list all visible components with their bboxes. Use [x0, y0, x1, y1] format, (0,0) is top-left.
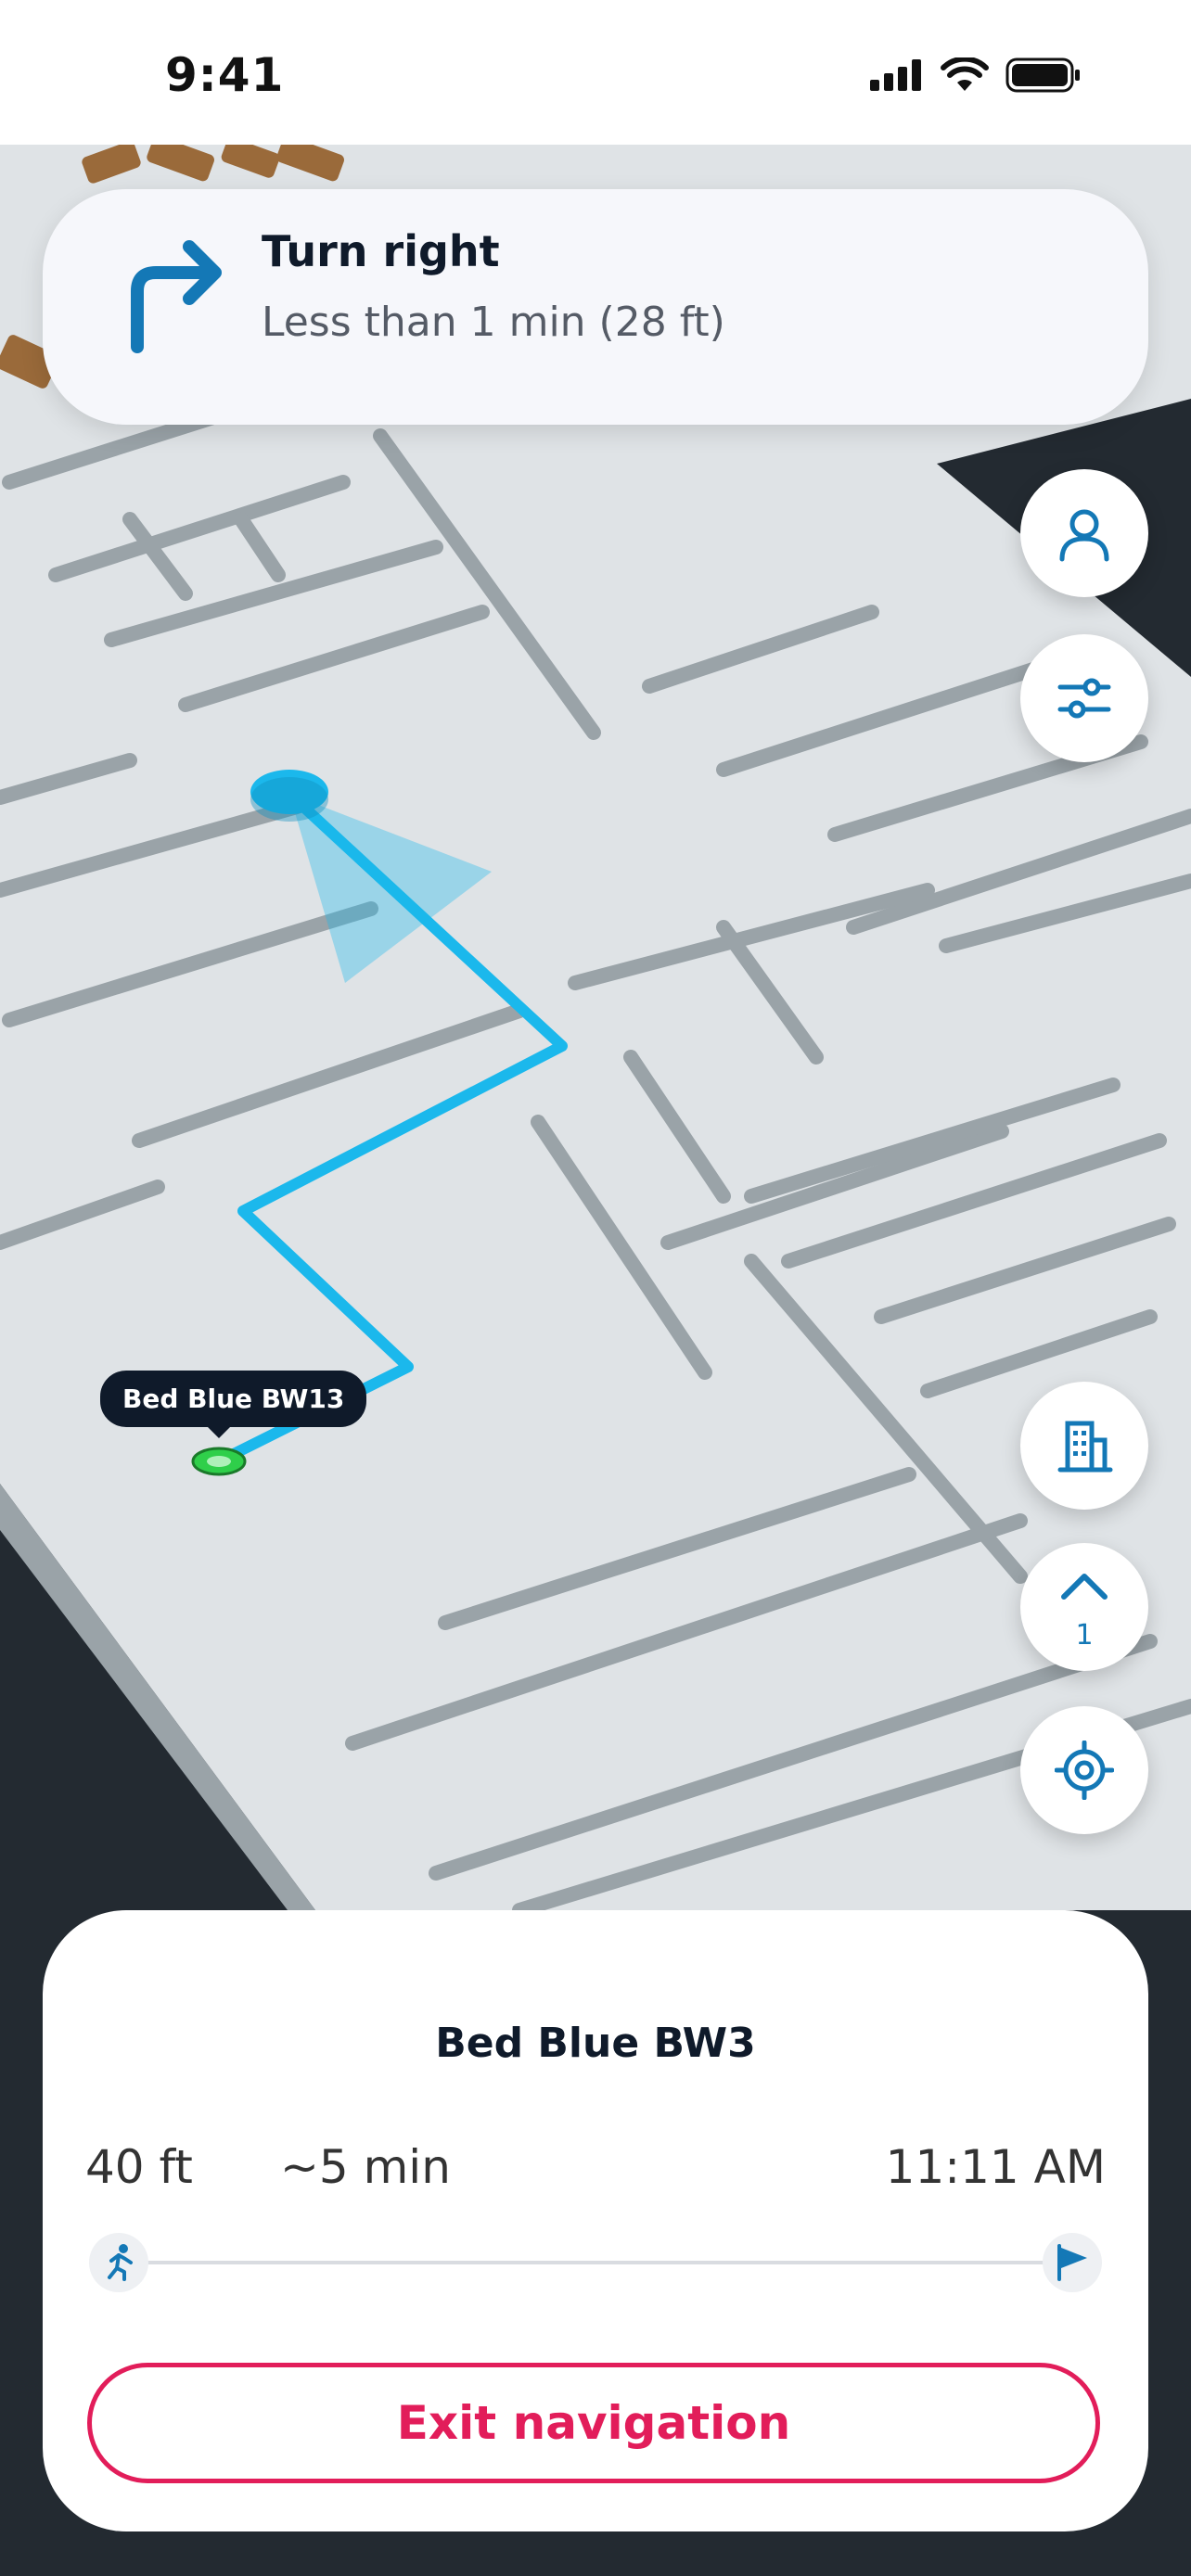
battery-icon [1005, 57, 1080, 93]
arrival-time: 11:11 AM [885, 2140, 1106, 2194]
status-time: 9:41 [165, 48, 285, 102]
filter-button[interactable] [1020, 634, 1148, 762]
walking-person-icon [108, 2244, 133, 2281]
remaining-time: ~5 min [280, 2140, 451, 2194]
floor-selector-button[interactable]: 1 [1020, 1543, 1148, 1671]
status-icons [870, 57, 1082, 93]
signal-icon [870, 59, 921, 91]
building-button[interactable] [1020, 1382, 1148, 1510]
turn-right-arrow-icon [131, 240, 222, 353]
locate-target-icon [1055, 1741, 1114, 1800]
progress-start-marker [89, 2233, 148, 2292]
trip-summary-sheet: Bed Blue BW3 40 ft ~5 min 11:11 AM Exit … [43, 1910, 1148, 2531]
floor-number: 1 [1075, 1619, 1094, 1651]
turn-instruction-title: Turn right [262, 226, 500, 276]
user-icon [1059, 509, 1109, 562]
chevron-up-icon [1061, 1574, 1108, 1600]
destination-marker-label[interactable]: Bed Blue BW13 [100, 1371, 367, 1438]
profile-button[interactable] [1020, 469, 1148, 597]
status-bar: 9:41 [0, 0, 1191, 145]
progress-end-marker [1043, 2233, 1102, 2292]
destination-flag-icon [1057, 2244, 1087, 2281]
turn-instruction-card: Turn right Less than 1 min (28 ft) [43, 189, 1148, 425]
building-icon [1057, 1421, 1113, 1473]
destination-name: Bed Blue BW3 [435, 2020, 756, 2067]
exit-navigation-button[interactable]: Exit navigation [87, 2363, 1100, 2483]
recenter-button[interactable] [1020, 1706, 1148, 1834]
remaining-distance: 40 ft [85, 2140, 193, 2194]
wifi-icon [941, 57, 989, 91]
filter-sliders-icon [1057, 678, 1111, 719]
trip-progress-bar [135, 2261, 1063, 2264]
turn-instruction-detail: Less than 1 min (28 ft) [262, 299, 725, 346]
